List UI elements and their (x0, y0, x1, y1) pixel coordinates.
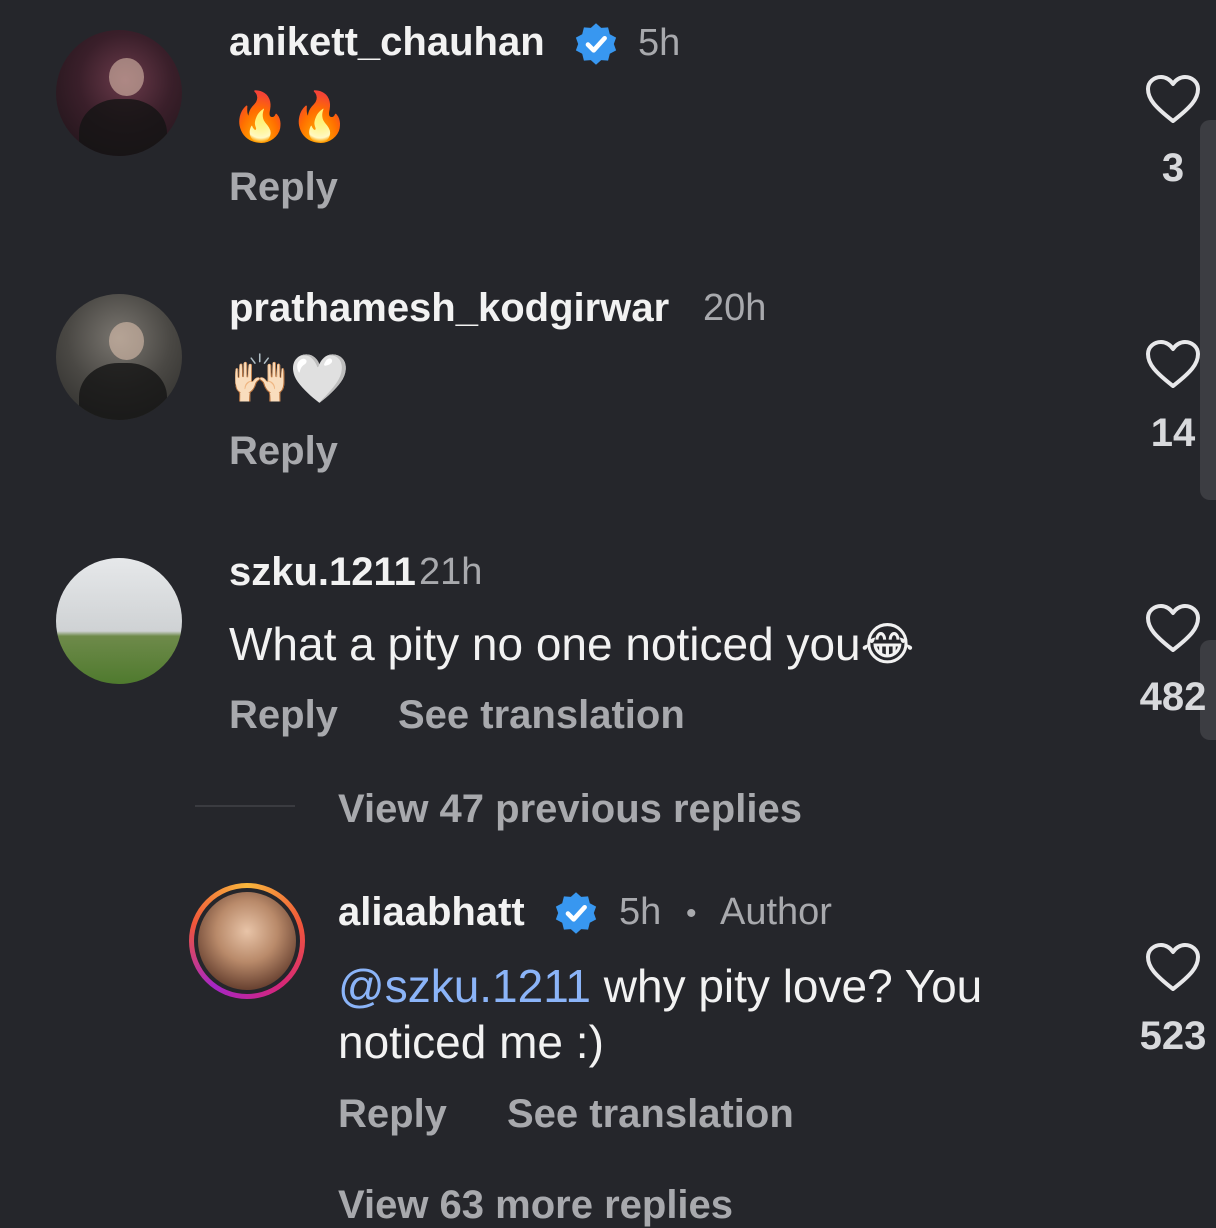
view-more-replies-link[interactable]: View 63 more replies (338, 1183, 733, 1228)
user-avatar (198, 892, 296, 990)
user-avatar[interactable] (56, 294, 182, 420)
user-avatar[interactable] (56, 30, 182, 156)
like-count: 482 (1139, 675, 1207, 719)
like-count: 3 (1161, 146, 1185, 190)
story-ring-avatar[interactable] (189, 883, 305, 999)
separator-dot: • (686, 897, 697, 930)
like-heart-icon[interactable] (1145, 604, 1201, 654)
comment-text: 🔥🔥 (230, 91, 350, 144)
comment-username[interactable]: prathamesh_kodgirwar (229, 286, 669, 331)
see-translation-button[interactable]: See translation (507, 1092, 794, 1137)
comment-text: 🙌🏻🤍 (230, 353, 350, 406)
like-count: 14 (1150, 411, 1196, 455)
like-heart-icon[interactable] (1145, 340, 1201, 390)
reply-text: why pity love? You (590, 960, 983, 1012)
reply-button[interactable]: Reply (229, 165, 338, 210)
verified-badge-icon (575, 23, 617, 65)
user-avatar[interactable] (56, 558, 182, 684)
reply-username[interactable]: aliaabhatt (338, 890, 525, 935)
verified-badge-icon (555, 892, 597, 934)
reply-text-line2: noticed me :) (338, 1016, 604, 1068)
comment-text: What a pity no one noticed you😂 (229, 618, 915, 670)
avatar-body (78, 99, 167, 156)
comment-time: 20h (703, 287, 767, 329)
reply-button[interactable]: Reply (338, 1092, 447, 1137)
like-count: 523 (1139, 1014, 1207, 1058)
avatar-head (108, 321, 145, 360)
comment-username[interactable]: szku.1211 (229, 550, 416, 595)
reply-button[interactable]: Reply (229, 429, 338, 474)
thread-divider (195, 805, 295, 807)
reply-button[interactable]: Reply (229, 693, 338, 738)
author-label: Author (720, 891, 832, 933)
avatar-body (78, 363, 167, 420)
comment-username[interactable]: anikett_chauhan (229, 20, 545, 65)
reply-time: 5h (619, 891, 662, 933)
like-heart-icon[interactable] (1145, 75, 1201, 125)
comment-time: 21h (419, 551, 483, 593)
mention-link[interactable]: @szku.1211 (338, 960, 591, 1012)
see-translation-button[interactable]: See translation (398, 693, 685, 738)
like-heart-icon[interactable] (1145, 943, 1201, 993)
avatar-head (108, 57, 145, 96)
comment-time: 5h (638, 22, 681, 64)
reply-text-line1: @szku.1211 why pity love? You (338, 958, 982, 1014)
view-previous-replies-link[interactable]: View 47 previous replies (338, 787, 802, 832)
